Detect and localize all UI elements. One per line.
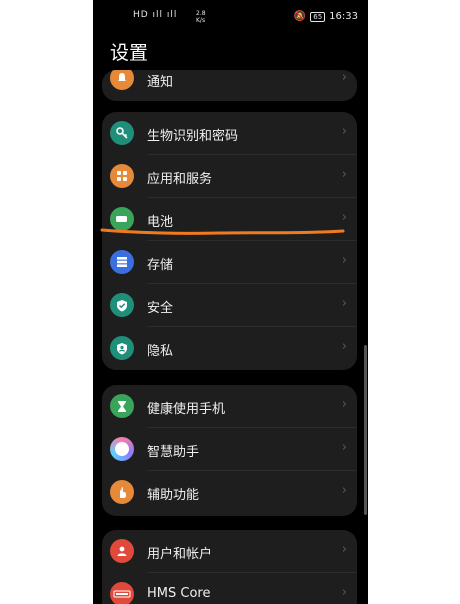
hand-icon <box>110 480 134 504</box>
chevron-right-icon: › <box>341 397 347 412</box>
settings-item-label: 辅助功能 <box>147 488 200 503</box>
chevron-right-icon: › <box>341 253 347 268</box>
settings-group-2: 生物识别和密码 › 应用和服务 › 电池 › 存储 › 安全 › 隐私 › <box>102 112 357 370</box>
settings-item-security[interactable]: 安全 › <box>102 284 357 327</box>
chevron-right-icon: › <box>341 483 347 498</box>
clock: 16:33 <box>329 11 358 22</box>
chevron-right-icon: › <box>341 124 347 139</box>
settings-item-label: 安全 <box>147 301 174 316</box>
page-title: 设置 <box>110 42 149 64</box>
settings-item-privacy[interactable]: 隐私 › <box>102 327 357 370</box>
storage-icon <box>110 250 134 274</box>
settings-item-label: 健康使用手机 <box>147 402 226 417</box>
settings-item-label: HMS Core <box>147 586 211 601</box>
apps-grid-icon <box>110 164 134 188</box>
user-icon <box>110 539 134 563</box>
bell-icon <box>110 70 134 90</box>
status-right: 🔕 65 16:33 <box>294 11 358 22</box>
key-icon <box>110 121 134 145</box>
settings-group-4: 用户和帐户 › HMS Core › <box>102 530 357 604</box>
annotation-underline <box>100 228 345 235</box>
chevron-right-icon: › <box>341 70 347 85</box>
scrollbar[interactable] <box>364 345 367 515</box>
assistant-icon <box>110 437 134 461</box>
network-speed: 2.8 K/s <box>196 10 206 24</box>
battery-level: 65 <box>310 12 326 22</box>
settings-item-storage[interactable]: 存储 › <box>102 241 357 284</box>
hms-icon <box>110 582 134 604</box>
settings-item-notifications[interactable]: 通知 › <box>102 70 357 101</box>
settings-group-1: 通知 › <box>102 70 357 101</box>
chevron-right-icon: › <box>341 167 347 182</box>
settings-item-accessibility[interactable]: 辅助功能 › <box>102 471 357 514</box>
chevron-right-icon: › <box>341 542 347 557</box>
chevron-right-icon: › <box>341 296 347 311</box>
settings-item-label: 生物识别和密码 <box>147 129 239 144</box>
phone-screen: HD ıll ıll 2.8 K/s 🔕 65 16:33 设置 通知 › 生物识别… <box>93 0 368 604</box>
settings-item-label: 用户和帐户 <box>147 547 213 562</box>
settings-group-3: 健康使用手机 › 智慧助手 › 辅助功能 › <box>102 385 357 516</box>
signal-strength: HD ıll ıll <box>133 10 178 20</box>
settings-item-digital-balance[interactable]: 健康使用手机 › <box>102 385 357 428</box>
settings-item-hms-core[interactable]: HMS Core › <box>102 573 357 604</box>
chevron-right-icon: › <box>341 440 347 455</box>
network-speed-value: 2.8 <box>196 10 206 17</box>
settings-item-assistant[interactable]: 智慧助手 › <box>102 428 357 471</box>
settings-item-label: 智慧助手 <box>147 445 200 460</box>
settings-item-label: 存储 <box>147 258 174 273</box>
status-bar: HD ıll ıll 2.8 K/s 🔕 65 16:33 <box>93 0 368 34</box>
settings-item-label: 应用和服务 <box>147 172 213 187</box>
privacy-shield-icon <box>110 336 134 360</box>
chevron-right-icon: › <box>341 339 347 354</box>
settings-item-biometrics[interactable]: 生物识别和密码 › <box>102 112 357 155</box>
settings-item-apps[interactable]: 应用和服务 › <box>102 155 357 198</box>
settings-item-label: 隐私 <box>147 344 174 359</box>
hourglass-icon <box>110 394 134 418</box>
chevron-right-icon: › <box>341 585 347 600</box>
settings-item-users[interactable]: 用户和帐户 › <box>102 530 357 573</box>
network-speed-unit: K/s <box>196 17 206 24</box>
shield-check-icon <box>110 293 134 317</box>
mute-icon: 🔕 <box>293 11 307 22</box>
settings-item-label: 通知 <box>147 75 174 90</box>
